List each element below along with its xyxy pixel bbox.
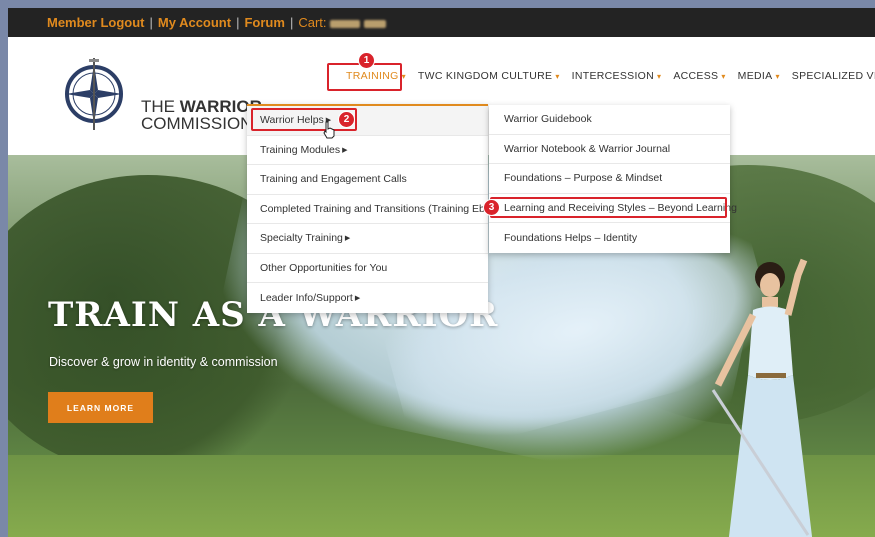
separator: | [289,15,294,30]
caret-down-icon: ▾ [657,71,662,81]
submenu-item-label: Warrior Notebook & Warrior Journal [504,142,671,155]
submenu-item-label: Foundations – Purpose & Mindset [504,172,663,185]
menu-item-training-modules[interactable]: Training Modules ▶ [247,136,488,165]
menu-item-label: Other Opportunities for You [260,261,388,274]
submenu-item-foundations-helps-identity[interactable]: Foundations Helps – Identity [489,223,730,253]
step-badge-1: 1 [358,52,375,69]
learn-more-button[interactable]: LEARN MORE [48,392,153,423]
submenu-item-label: Foundations Helps – Identity [504,231,638,244]
site-logo[interactable]: THE WARRIOR COMMISSION [58,56,268,136]
nav-twc-kingdom-culture[interactable]: TWC KINGDOM CULTURE ▾ [412,70,566,82]
warrior-helps-submenu: Warrior Guidebook Warrior Notebook & War… [489,105,737,253]
separator: | [149,15,153,30]
separator: | [236,15,240,30]
browser-viewport: Member Logout | My Account | Forum | Car… [8,8,875,537]
menu-item-specialty-training[interactable]: Specialty Training ▶ [247,224,488,254]
cart-total-redacted [363,19,386,28]
menu-item-training-engagement-calls[interactable]: Training and Engagement Calls [247,165,488,195]
submenu-item-warrior-notebook[interactable]: Warrior Notebook & Warrior Journal [489,135,730,164]
caret-down-icon: ▾ [401,71,406,81]
submenu-item-label: Warrior Guidebook [504,113,592,126]
submenu-arrow-icon: ▶ [344,235,351,243]
menu-item-completed-training[interactable]: Completed Training and Transitions (Trai… [247,195,494,224]
step-badge-2: 2 [338,111,355,128]
caret-down-icon: ▾ [555,71,560,81]
submenu-item-foundations-purpose[interactable]: Foundations – Purpose & Mindset [489,164,730,194]
cart-link[interactable]: Cart: [298,15,386,30]
menu-item-leader-info[interactable]: Leader Info/Support ▶ [247,283,488,313]
my-account-link[interactable]: My Account [158,15,231,30]
menu-item-other-opportunities[interactable]: Other Opportunities for You [247,254,488,283]
menu-item-label: Leader Info/Support [260,291,353,304]
nav-intercession-label: INTERCESSION [571,70,655,82]
forum-link[interactable]: Forum [244,15,284,30]
nav-access-label: ACCESS [673,70,719,82]
nav-media[interactable]: MEDIA ▾ [732,70,786,82]
caret-down-icon: ▾ [775,71,780,81]
top-bar: Member Logout | My Account | Forum | Car… [8,8,875,37]
hero-woman-image [711,258,813,537]
caret-down-icon: ▾ [721,71,726,81]
nav-media-label: MEDIA [737,70,773,82]
main-nav: TRAINING ▾ TWC KINGDOM CULTURE ▾ INTERCESS… [340,70,875,82]
menu-item-label: Specialty Training [260,232,343,245]
submenu-arrow-icon: ▶ [342,146,348,154]
highlight-box-learning-styles [490,197,727,218]
logo-line2: COMMISSION [141,114,253,133]
submenu-arrow-icon: ▶ [354,294,361,302]
submenu-item-warrior-guidebook[interactable]: Warrior Guidebook [489,105,730,135]
nav-specialized-videos[interactable]: SPECIALIZED VIDEOS [786,70,875,82]
training-dropdown-menu: Warrior Helps ▶ Training Modules ▶ Trainin… [247,104,494,313]
nav-access[interactable]: ACCESS ▾ [667,70,731,82]
step-badge-3: 3 [483,199,500,216]
nav-twc-label: TWC KINGDOM CULTURE [417,70,553,82]
hero-subtitle: Discover & grow in identity & commission [49,355,278,369]
menu-item-label: Training and Engagement Calls [260,173,407,186]
menu-item-label: Training Modules [260,143,341,156]
menu-item-label: Completed Training and Transitions (Trai… [260,202,495,215]
cart-label: Cart: [298,15,327,30]
compass-logo-icon [65,58,123,130]
nav-intercession[interactable]: INTERCESSION ▾ [566,70,668,82]
logo-text: THE WARRIOR COMMISSION [141,98,262,132]
nav-specialized-videos-label: SPECIALIZED VIDEOS [791,70,875,82]
hand-pointer-cursor-icon [323,121,335,139]
member-logout-link[interactable]: Member Logout [47,15,145,30]
cart-count-redacted [330,19,361,28]
